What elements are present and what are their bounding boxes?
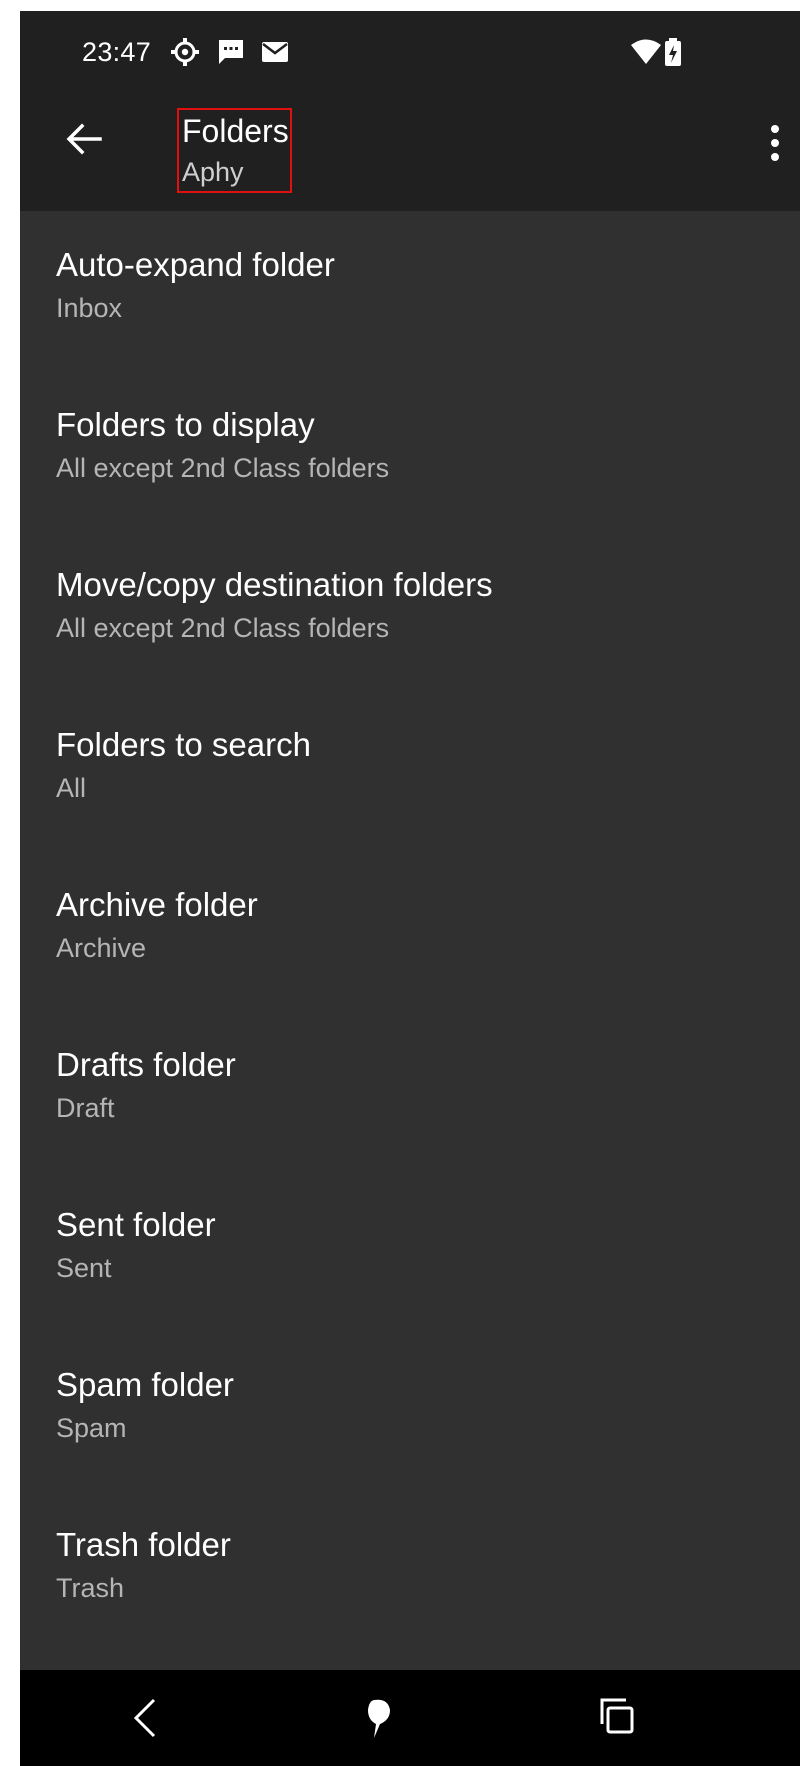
battery-charging-icon <box>665 38 681 66</box>
pref-summary: Archive <box>56 933 147 963</box>
pref-title: Trash folder <box>56 1526 231 1563</box>
status-bar: 23:47 <box>20 11 800 87</box>
pref-title: Drafts folder <box>56 1046 236 1083</box>
pref-trash-folder[interactable]: Trash folder Trash <box>20 1491 800 1651</box>
wifi-icon <box>631 39 661 64</box>
pref-spam-folder[interactable]: Spam folder Spam <box>20 1331 800 1491</box>
pref-archive-folder[interactable]: Archive folder Archive <box>20 851 800 1011</box>
pref-folders-to-search[interactable]: Folders to search All <box>20 691 800 851</box>
page-title: Folders <box>182 113 289 149</box>
pref-summary: All except 2nd Class folders <box>56 613 390 643</box>
pref-title: Folders to display <box>56 406 315 443</box>
pref-title: Auto-expand folder <box>56 246 335 283</box>
pref-move-copy-destination-folders[interactable]: Move/copy destination folders All except… <box>20 531 800 691</box>
settings-gear-icon <box>171 38 199 66</box>
pref-summary: Sent <box>56 1253 112 1283</box>
pref-sent-folder[interactable]: Sent folder Sent <box>20 1171 800 1331</box>
pref-drafts-folder[interactable]: Drafts folder Draft <box>20 1011 800 1171</box>
email-icon <box>262 42 288 62</box>
status-time: 23:47 <box>82 37 152 67</box>
account-subtitle: Aphy <box>182 157 244 187</box>
back-arrow-icon[interactable] <box>56 111 112 167</box>
pref-auto-expand-folder[interactable]: Auto-expand folder Inbox <box>20 211 800 371</box>
pref-title: Move/copy destination folders <box>56 566 493 603</box>
system-nav-bar <box>20 1670 800 1766</box>
device-screen: 23:47 Folders Aphy Auto-expand folder In… <box>20 11 800 1766</box>
pref-summary: Inbox <box>56 293 123 323</box>
folder-settings-list: Auto-expand folder Inbox Folders to disp… <box>20 211 800 1651</box>
nav-back-icon[interactable] <box>118 1690 174 1746</box>
nav-home-icon[interactable] <box>352 1690 408 1746</box>
pref-title: Spam folder <box>56 1366 234 1403</box>
more-vertical-icon[interactable] <box>755 115 795 171</box>
pref-summary: Trash <box>56 1573 125 1603</box>
pref-title: Archive folder <box>56 886 258 923</box>
pref-summary: All <box>56 773 87 803</box>
sms-message-icon <box>219 40 243 64</box>
pref-title: Sent folder <box>56 1206 216 1243</box>
nav-recents-icon[interactable] <box>588 1690 644 1746</box>
title-block: Folders Aphy <box>177 108 292 193</box>
pref-title: Folders to search <box>56 726 311 763</box>
pref-summary: All except 2nd Class folders <box>56 453 390 483</box>
pref-summary: Spam <box>56 1413 127 1443</box>
pref-summary: Draft <box>56 1093 115 1123</box>
pref-folders-to-display[interactable]: Folders to display All except 2nd Class … <box>20 371 800 531</box>
app-bar: Folders Aphy <box>20 87 800 211</box>
